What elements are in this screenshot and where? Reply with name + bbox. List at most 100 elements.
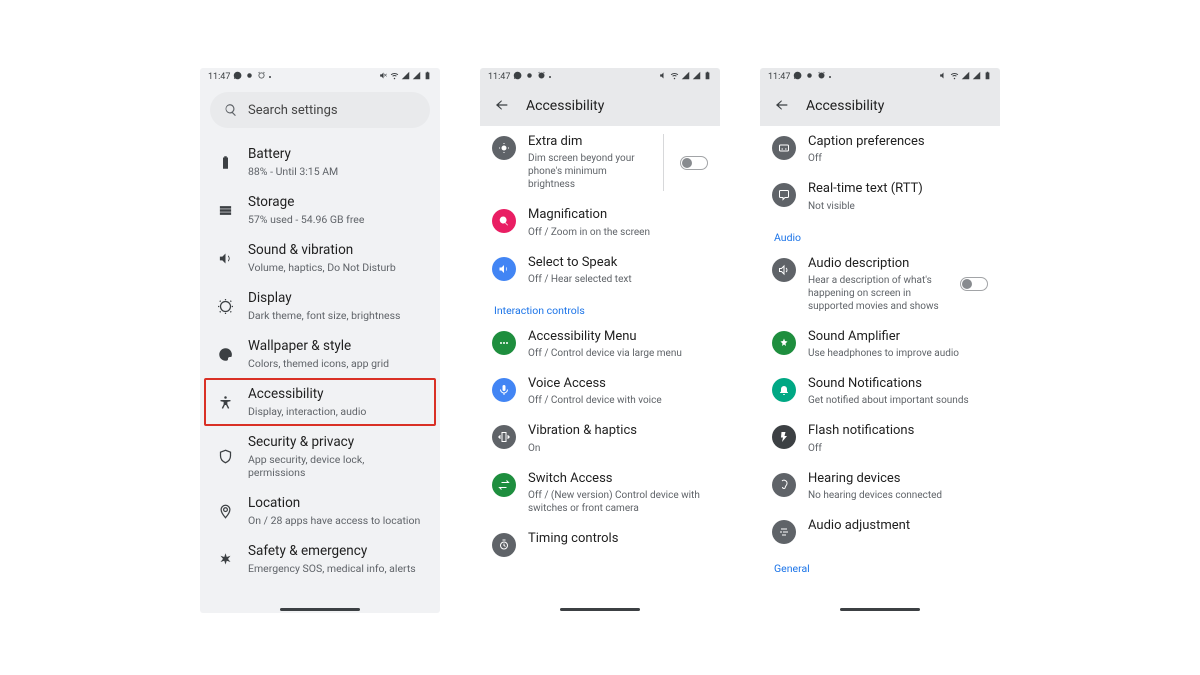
row-caption-preferences[interactable]: Caption preferencesOff <box>760 126 1000 173</box>
back-button[interactable] <box>494 97 510 116</box>
settings-row-sound[interactable]: Sound & vibration Volume, haptics, Do Not… <box>200 234 440 282</box>
row-sub: No hearing devices connected <box>808 489 988 502</box>
header-title: Accessibility <box>526 98 604 114</box>
row-magnification[interactable]: Magnification Off / Zoom in on the screen <box>480 199 720 246</box>
overflow-dot-icon <box>829 76 831 78</box>
switch-access-icon <box>492 473 516 497</box>
settings-row-accessibility[interactable]: Accessibility Display, interaction, audio <box>204 378 436 426</box>
row-title: Magnification <box>528 207 708 223</box>
overflow-dot-icon <box>269 76 271 78</box>
accessibility-screen-audio: 11:47 Accessibility Caption preferencesO… <box>760 68 1000 613</box>
row-voice-access[interactable]: Voice AccessOff / Control device with vo… <box>480 368 720 415</box>
audio-description-toggle[interactable] <box>960 277 988 291</box>
row-hearing-devices[interactable]: Hearing devicesNo hearing devices connec… <box>760 463 1000 510</box>
row-title: Display <box>248 290 424 307</box>
emergency-icon <box>216 552 234 567</box>
row-sub: 57% used - 54.96 GB free <box>248 213 424 226</box>
wifi-icon <box>950 71 959 83</box>
settings-row-battery[interactable]: Battery88% - Until 3:15 AM <box>200 138 440 186</box>
mute-icon <box>379 71 388 83</box>
signal-icon <box>401 71 410 83</box>
battery-icon <box>423 71 432 83</box>
alarm-icon <box>817 71 826 83</box>
row-title: Switch Access <box>528 471 708 487</box>
audio-description-icon <box>772 258 796 282</box>
gesture-bar[interactable] <box>840 608 920 611</box>
palette-icon <box>216 347 234 362</box>
row-title: Sound & vibration <box>248 242 424 259</box>
whatsapp-icon <box>793 71 802 83</box>
sound-amplifier-icon <box>772 331 796 355</box>
row-sub: Colors, themed icons, app grid <box>248 357 424 370</box>
row-title: Voice Access <box>528 376 708 392</box>
row-sub: Off / Hear selected text <box>528 273 708 286</box>
row-sub: Not visible <box>808 200 988 213</box>
row-select-to-speak[interactable]: Select to Speak Off / Hear selected text <box>480 247 720 294</box>
row-title: Real-time text (RTT) <box>808 181 988 197</box>
settings-row-security[interactable]: Security & privacyApp security, device l… <box>200 426 440 487</box>
status-bar: 11:47 <box>480 68 720 86</box>
row-accessibility-menu[interactable]: Accessibility MenuOff / Control device v… <box>480 321 720 368</box>
accessibility-icon <box>216 395 234 410</box>
row-sub: Emergency SOS, medical info, alerts <box>248 562 424 575</box>
wifi-icon <box>670 71 679 83</box>
row-vibration-haptics[interactable]: Vibration & hapticsOn <box>480 415 720 462</box>
signal-icon <box>681 71 690 83</box>
shield-icon <box>216 449 234 464</box>
accessibility-screen-display: 11:47 Accessibility Extra dimDim screen … <box>480 68 720 613</box>
overflow-dot-icon <box>549 76 551 78</box>
status-time: 11:47 <box>208 72 230 82</box>
row-sound-notifications[interactable]: Sound NotificationsGet notified about im… <box>760 368 1000 415</box>
row-sub: Display, interaction, audio <box>248 405 424 418</box>
row-flash-notifications[interactable]: Flash notificationsOff <box>760 415 1000 462</box>
accessibility-menu-icon <box>492 331 516 355</box>
row-extra-dim[interactable]: Extra dimDim screen beyond your phone's … <box>480 126 720 199</box>
row-title: Caption preferences <box>808 134 988 150</box>
extra-dim-icon <box>492 136 516 160</box>
alarm-icon <box>257 71 266 83</box>
extra-dim-toggle[interactable] <box>680 156 708 170</box>
signal-icon <box>961 71 970 83</box>
row-sound-amplifier[interactable]: Sound AmplifierUse headphones to improve… <box>760 321 1000 368</box>
row-sub: Dim screen beyond your phone's minimum b… <box>528 152 651 191</box>
settings-row-storage[interactable]: Storage57% used - 54.96 GB free <box>200 186 440 234</box>
display-icon <box>216 299 234 314</box>
section-interaction-controls: Interaction controls <box>480 294 720 321</box>
search-settings-input[interactable]: Search settings <box>210 92 430 128</box>
row-rtt[interactable]: Real-time text (RTT) Not visible <box>760 173 1000 220</box>
header-bar: Accessibility <box>760 86 1000 126</box>
row-sub: Off / Control device via large menu <box>528 347 708 360</box>
settings-row-wallpaper[interactable]: Wallpaper & styleColors, themed icons, a… <box>200 330 440 378</box>
row-sub: Get notified about important sounds <box>808 394 988 407</box>
settings-row-location[interactable]: LocationOn / 28 apps have access to loca… <box>200 487 440 535</box>
magnification-icon <box>492 209 516 233</box>
status-bar: 11:47 <box>760 68 1000 86</box>
row-switch-access[interactable]: Switch AccessOff / (New version) Control… <box>480 463 720 523</box>
row-sub: Volume, haptics, Do Not Disturb <box>248 261 424 274</box>
status-time: 11:47 <box>768 72 790 82</box>
circle-icon <box>805 71 814 83</box>
settings-row-safety[interactable]: Safety & emergencyEmergency SOS, medical… <box>200 535 440 583</box>
row-title: Timing controls <box>528 531 708 547</box>
row-audio-adjustment[interactable]: Audio adjustment <box>760 510 1000 552</box>
row-title: Sound Amplifier <box>808 329 988 345</box>
audio-adjustment-icon <box>772 520 796 544</box>
row-title: Audio adjustment <box>808 518 988 534</box>
row-audio-description[interactable]: Audio descriptionHear a description of w… <box>760 248 1000 321</box>
gesture-bar[interactable] <box>560 608 640 611</box>
settings-main-screen: 11:47 Search settings Battery88% - Until… <box>200 68 440 613</box>
wifi-icon <box>390 71 399 83</box>
section-general: General <box>760 552 1000 575</box>
row-sub: Off / Zoom in on the screen <box>528 226 708 239</box>
settings-row-display[interactable]: DisplayDark theme, font size, brightness <box>200 282 440 330</box>
gesture-bar[interactable] <box>280 608 360 611</box>
row-timing-controls[interactable]: Timing controls <box>480 523 720 565</box>
header-bar: Accessibility <box>480 86 720 126</box>
row-title: Select to Speak <box>528 255 708 271</box>
row-title: Vibration & haptics <box>528 423 708 439</box>
back-button[interactable] <box>774 97 790 116</box>
mute-icon <box>659 71 668 83</box>
row-title: Accessibility <box>248 386 424 403</box>
row-sub: App security, device lock, permissions <box>248 453 424 479</box>
battery-icon <box>983 71 992 83</box>
